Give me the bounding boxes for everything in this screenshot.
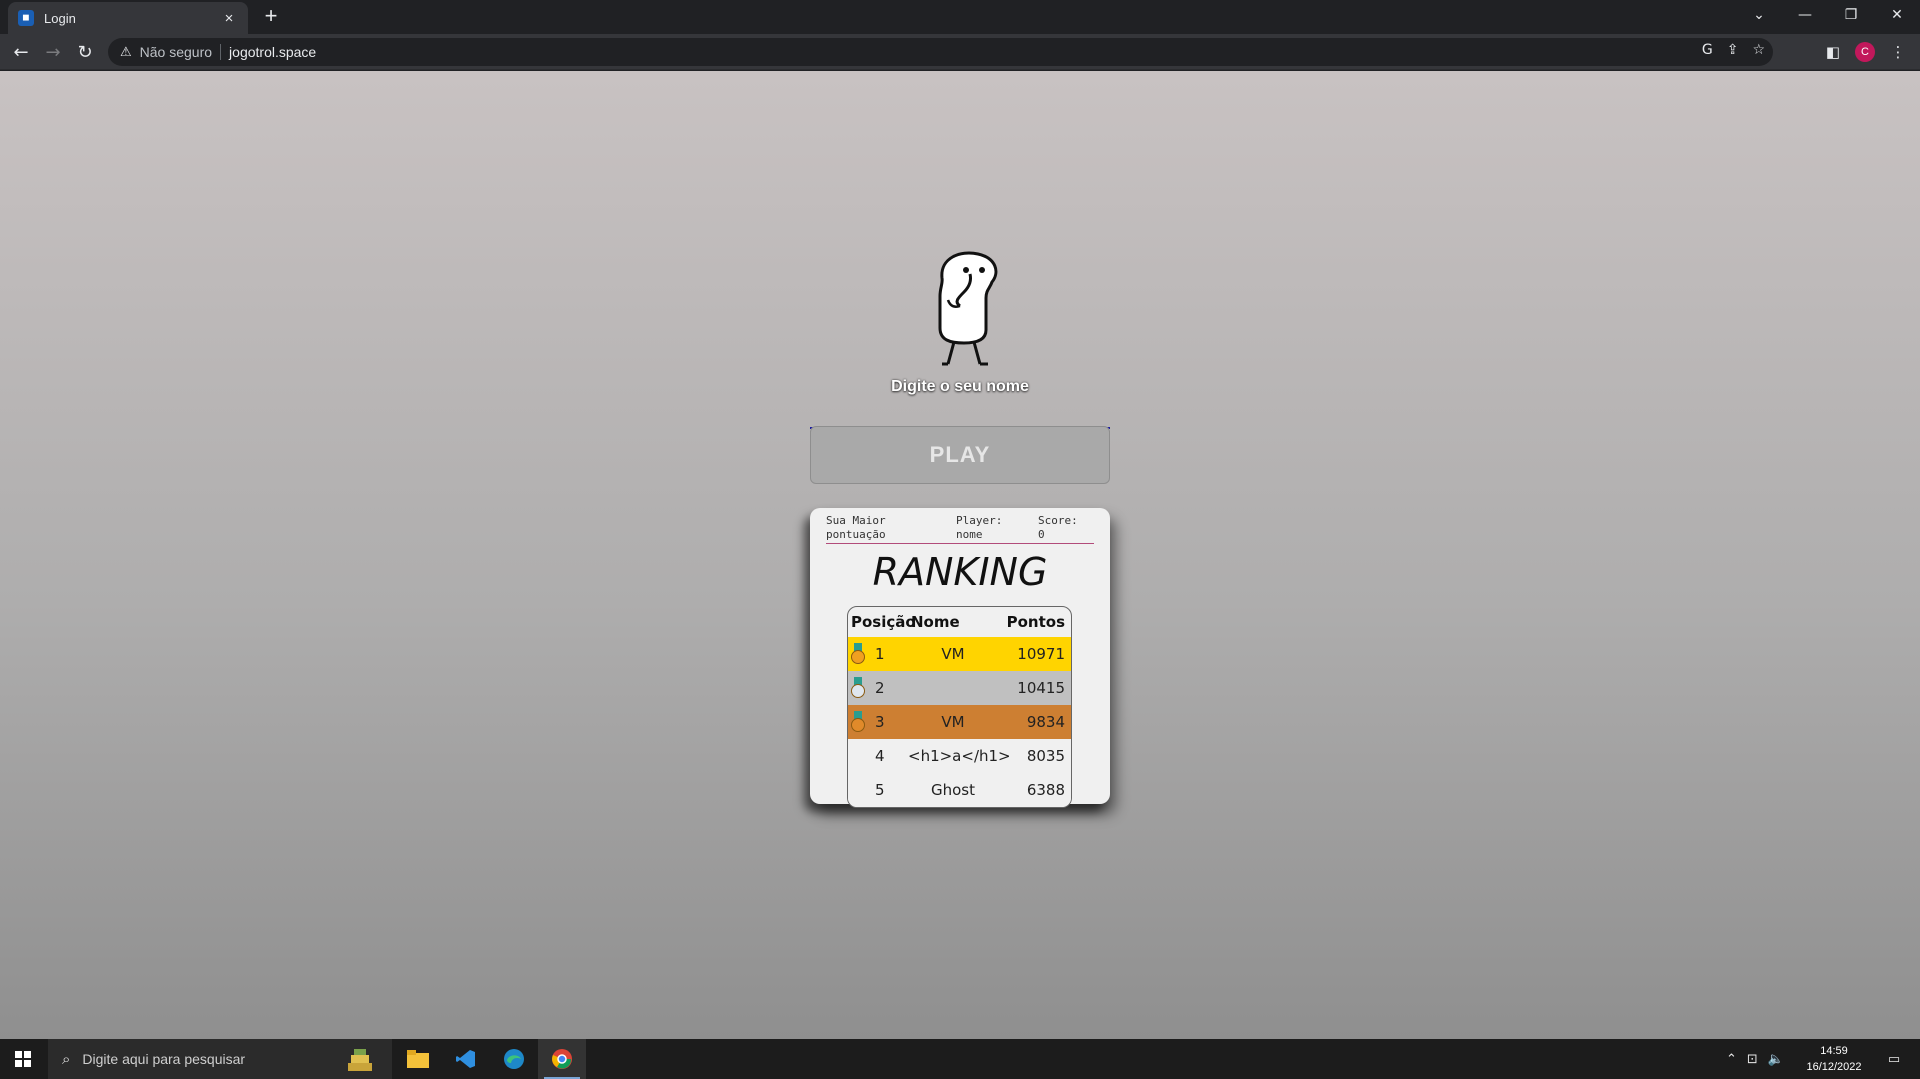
share-icon[interactable]: ⇪ bbox=[1727, 42, 1739, 58]
row-position: 4 bbox=[875, 747, 885, 765]
score-field: Score: 0 bbox=[1038, 514, 1094, 542]
windows-logo-icon bbox=[15, 1051, 31, 1067]
tab-close-icon[interactable]: × bbox=[220, 9, 238, 27]
row-position: 5 bbox=[875, 781, 885, 799]
row-name: VM bbox=[941, 645, 965, 663]
ranking-rows: 1 VM 10971 2 10415 3 VM 9834 4 <h1>a</h1> 8035 5 Gho… bbox=[848, 637, 1071, 807]
tab-title: Login bbox=[44, 10, 76, 26]
windows-taskbar: ⌕ Digite aqui para pesquisar ⌃ ⊡ 🔈 14:59… bbox=[0, 1039, 1920, 1079]
row-points: 10971 bbox=[1017, 645, 1065, 663]
header-name: Nome bbox=[911, 613, 960, 631]
bronze-medal-icon bbox=[851, 711, 865, 733]
score-label: Score: bbox=[1038, 514, 1078, 527]
best-score-bar: Sua Maior pontuação Player: nome Score: … bbox=[826, 514, 1094, 544]
row-points: 8035 bbox=[1026, 747, 1065, 765]
row-position: 1 bbox=[848, 643, 908, 665]
clock-time: 14:59 bbox=[1820, 1045, 1848, 1057]
network-icon[interactable]: ⊡ bbox=[1747, 1052, 1758, 1067]
site-favicon-icon: ◼ bbox=[18, 10, 34, 26]
side-panel-icon[interactable]: ◧ bbox=[1820, 39, 1846, 65]
security-status[interactable]: Não seguro bbox=[140, 44, 212, 60]
row-name: VM bbox=[941, 713, 965, 731]
ranking-row: 2 10415 bbox=[848, 671, 1071, 705]
mascot-character-icon bbox=[938, 251, 998, 366]
close-window-button[interactable]: ✕ bbox=[1874, 0, 1920, 30]
row-position: 3 bbox=[848, 711, 908, 733]
ranking-table: Posição Nome Pontos 1 VM 10971 2 10415 3 VM 983… bbox=[847, 606, 1072, 808]
row-position: 2 bbox=[848, 677, 908, 699]
taskbar-search-placeholder: Digite aqui para pesquisar bbox=[82, 1051, 246, 1067]
row-points: 10415 bbox=[1017, 679, 1065, 697]
address-bar[interactable]: ⚠ Não seguro jogotrol.space G ⇪ ☆ bbox=[108, 38, 1773, 66]
forward-button[interactable]: → bbox=[40, 39, 66, 65]
omnibox-separator bbox=[220, 44, 222, 60]
system-tray: ⌃ ⊡ 🔈 bbox=[1726, 1039, 1784, 1079]
show-hidden-icons-icon[interactable]: ⌃ bbox=[1726, 1052, 1737, 1067]
clock[interactable]: 14:59 16/12/2022 bbox=[1790, 1043, 1878, 1075]
back-button[interactable]: ← bbox=[8, 39, 34, 65]
notifications-icon[interactable]: ▭ bbox=[1878, 1039, 1910, 1079]
edge-browser-icon[interactable] bbox=[490, 1039, 538, 1079]
best-score-label: Sua Maior pontuação bbox=[826, 514, 886, 541]
ranking-table-header: Posição Nome Pontos bbox=[848, 607, 1071, 637]
player-field: Player: nome bbox=[956, 514, 1016, 542]
gold-medal-icon bbox=[851, 643, 865, 665]
profile-avatar[interactable]: C bbox=[1855, 42, 1875, 62]
player-value: nome bbox=[956, 528, 983, 541]
browser-tab[interactable]: ◼ Login × bbox=[8, 2, 248, 34]
restore-button[interactable]: ❐ bbox=[1828, 0, 1874, 30]
page-viewport: Digite o seu nome PLAY Sua Maior pontuaç… bbox=[0, 71, 1920, 1039]
name-prompt-label: Digite o seu nome bbox=[891, 378, 1029, 395]
name-input[interactable] bbox=[810, 399, 1110, 429]
file-explorer-icon[interactable] bbox=[394, 1039, 442, 1079]
tab-strip: ◼ Login × + ⌄ — ❐ ✕ bbox=[0, 0, 1920, 34]
taskbar-search[interactable]: ⌕ Digite aqui para pesquisar bbox=[48, 1039, 392, 1079]
header-position: Posição bbox=[851, 613, 916, 631]
menu-kebab-icon[interactable]: ⋮ bbox=[1885, 39, 1911, 65]
chrome-browser-icon[interactable] bbox=[538, 1039, 586, 1079]
tab-search-icon[interactable]: ⌄ bbox=[1736, 0, 1782, 30]
ranking-row: 1 VM 10971 bbox=[848, 637, 1071, 671]
player-label: Player: bbox=[956, 514, 1003, 527]
bookmark-star-icon[interactable]: ☆ bbox=[1752, 42, 1765, 58]
row-points: 9834 bbox=[1026, 713, 1065, 731]
ranking-title: RANKING bbox=[872, 550, 1048, 594]
play-button[interactable]: PLAY bbox=[810, 426, 1110, 484]
header-points: Pontos bbox=[1006, 613, 1065, 631]
clock-date: 16/12/2022 bbox=[1806, 1061, 1862, 1073]
ranking-row: 4 <h1>a</h1> 8035 bbox=[848, 739, 1071, 773]
row-name: Ghost bbox=[930, 781, 975, 799]
ranking-row: 3 VM 9834 bbox=[848, 705, 1071, 739]
minimize-button[interactable]: — bbox=[1782, 0, 1828, 30]
start-button[interactable] bbox=[0, 1039, 46, 1079]
warning-icon: ⚠ bbox=[120, 44, 132, 60]
browser-toolbar: ← → ↻ ⚠ Não seguro jogotrol.space G ⇪ ☆ … bbox=[0, 34, 1920, 70]
row-points: 6388 bbox=[1026, 781, 1065, 799]
vscode-icon[interactable] bbox=[442, 1039, 490, 1079]
google-lens-icon[interactable]: G bbox=[1702, 42, 1713, 58]
ranking-row: 5 Ghost 6388 bbox=[848, 773, 1071, 807]
url-text[interactable]: jogotrol.space bbox=[229, 44, 316, 60]
reload-button[interactable]: ↻ bbox=[72, 39, 98, 65]
search-highlight-image-icon bbox=[348, 1049, 372, 1071]
volume-icon[interactable]: 🔈 bbox=[1768, 1052, 1784, 1067]
score-value: 0 bbox=[1038, 528, 1045, 541]
new-tab-button[interactable]: + bbox=[260, 5, 282, 28]
row-name: <h1>a</h1> bbox=[908, 747, 1011, 765]
search-icon: ⌕ bbox=[62, 1050, 71, 1068]
silver-medal-icon bbox=[851, 677, 865, 699]
ranking-card: Sua Maior pontuação Player: nome Score: … bbox=[810, 508, 1110, 808]
